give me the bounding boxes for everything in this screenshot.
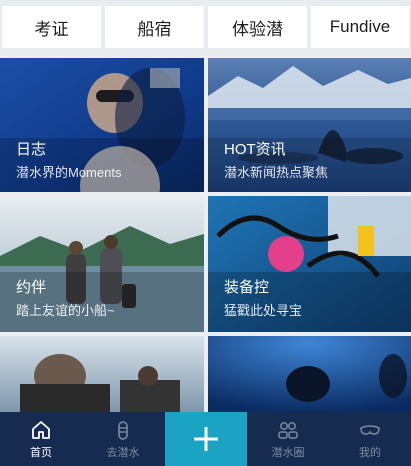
tab-dive-circle[interactable]: 潜水圈 [247, 412, 329, 466]
tab-home-label: 首页 [30, 447, 52, 459]
top-category-nav: 考证 船宿 体验潜 Fundive [0, 0, 411, 56]
card-buddy-subtitle: 踏上友谊的小船~ [16, 303, 115, 318]
card-divers-image [0, 336, 204, 412]
card-hot-news[interactable]: HOT资讯 潜水新闻热点聚焦 [208, 58, 411, 192]
card-gear-subtitle: 猛戳此处寻宝 [224, 303, 303, 318]
plus-icon [194, 427, 218, 451]
card-underwater-image [208, 336, 411, 412]
tab-go-diving[interactable]: 去潜水 [82, 412, 164, 466]
card-divers-photo[interactable] [0, 336, 204, 412]
tab-discover-dive[interactable]: 体验潜 [208, 6, 307, 48]
mask-icon [360, 425, 380, 435]
tab-profile[interactable]: 我的 [329, 412, 411, 466]
card-buddy[interactable]: 约伴 踏上友谊的小船~ [0, 196, 204, 332]
tab-home[interactable]: 首页 [0, 412, 82, 466]
card-buddy-title: 约伴 [16, 279, 47, 296]
tab-profile-label: 我的 [359, 447, 381, 459]
card-log-title: 日志 [16, 141, 47, 158]
tab-fundive[interactable]: Fundive [311, 6, 409, 48]
tab-go-diving-label: 去潜水 [106, 447, 140, 459]
add-post-button[interactable] [165, 412, 247, 466]
home-icon [32, 421, 50, 439]
card-hot-news-title: HOT资讯 [224, 141, 286, 158]
tab-liveaboard[interactable]: 船宿 [105, 6, 204, 48]
card-log-subtitle: 潜水界的Moments [16, 165, 122, 180]
card-gear-title: 装备控 [224, 279, 270, 296]
card-hot-news-subtitle: 潜水新闻热点聚焦 [224, 165, 329, 180]
tab-dive-circle-label: 潜水圈 [271, 447, 305, 459]
people-icon [278, 422, 298, 439]
dive-tank-icon [118, 421, 128, 440]
card-underwater-photo[interactable] [208, 336, 411, 412]
tab-certification[interactable]: 考证 [2, 6, 101, 48]
card-log[interactable]: 日志 潜水界的Moments [0, 58, 204, 192]
card-gear[interactable]: 装备控 猛戳此处寻宝 [208, 196, 411, 332]
